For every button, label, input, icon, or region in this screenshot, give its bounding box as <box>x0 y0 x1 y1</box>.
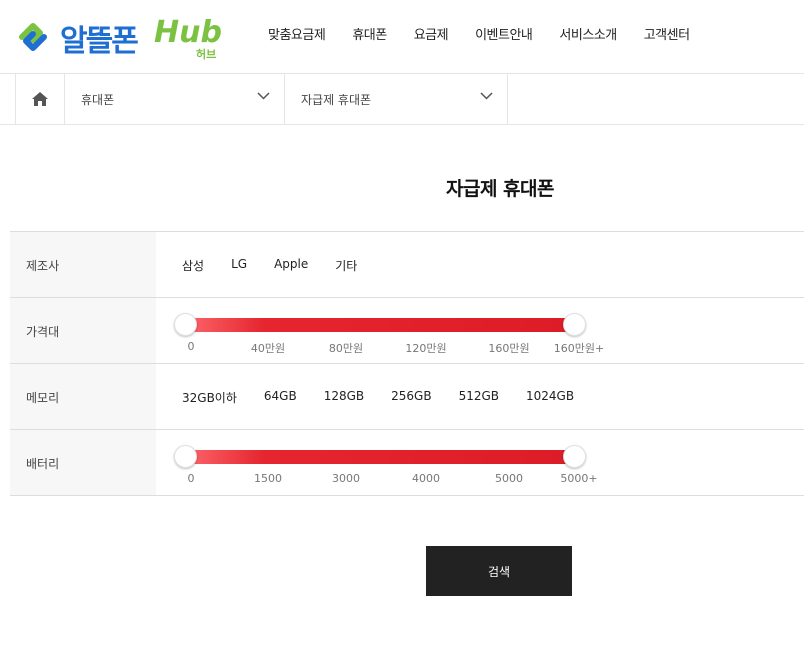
breadcrumb: 휴대폰 자급제 휴대폰 <box>0 74 804 125</box>
filter-label: 메모리 <box>10 364 156 429</box>
memory-option[interactable]: 128GB <box>324 389 364 406</box>
price-slider-track[interactable] <box>178 318 572 332</box>
manufacturer-options: 삼성 LG Apple 기타 <box>182 257 384 274</box>
filter-row-battery: 배터리 0 1500 3000 4000 5000 5000+ <box>10 430 804 496</box>
filter-row-manufacturer: 제조사 삼성 LG Apple 기타 <box>10 232 804 298</box>
price-range-slider[interactable]: 0 40만원 80만원 120만원 160만원 160만원+ <box>164 298 604 363</box>
logo-sub: 허브 <box>196 48 217 61</box>
memory-option[interactable]: 256GB <box>391 389 431 406</box>
logo-name: 알뜰폰 <box>60 24 139 59</box>
nav-item-phones[interactable]: 휴대폰 <box>352 24 387 43</box>
battery-min-handle[interactable] <box>174 445 197 468</box>
price-tick: 80만원 <box>328 342 364 355</box>
price-tick: 0 <box>187 340 195 353</box>
battery-tick: 3000 <box>332 472 360 485</box>
nav-item-support[interactable]: 고객센터 <box>644 24 690 43</box>
price-min-handle[interactable] <box>174 313 197 336</box>
breadcrumb-category-label: 휴대폰 <box>81 92 115 107</box>
filter-table: 제조사 삼성 LG Apple 기타 가격대 0 40만원 80만원 120만원… <box>10 231 804 496</box>
price-tick-labels: 0 40만원 80만원 120만원 160만원 160만원+ <box>164 340 605 355</box>
filter-label: 제조사 <box>10 232 156 297</box>
memory-option[interactable]: 1024GB <box>526 389 574 406</box>
price-tick: 160만원+ <box>553 342 605 355</box>
filter-label: 배터리 <box>10 430 156 495</box>
filter-row-memory: 메모리 32GB이하 64GB 128GB 256GB 512GB 1024GB <box>10 364 804 430</box>
battery-tick: 1500 <box>254 472 282 485</box>
filter-row-price: 가격대 0 40만원 80만원 120만원 160만원 160만원+ <box>10 298 804 364</box>
battery-tick: 4000 <box>412 472 440 485</box>
chevron-down-icon <box>480 92 493 100</box>
filter-label: 가격대 <box>10 298 156 363</box>
nav-item-plans[interactable]: 요금제 <box>414 24 449 43</box>
price-tick: 160만원 <box>488 342 530 355</box>
breadcrumb-subcategory-select[interactable]: 자급제 휴대폰 <box>285 74 508 124</box>
memory-option[interactable]: 512GB <box>459 389 499 406</box>
battery-max-handle[interactable] <box>563 445 586 468</box>
breadcrumb-category-select[interactable]: 휴대폰 <box>65 74 285 124</box>
manufacturer-option[interactable]: LG <box>231 257 247 274</box>
battery-tick: 5000 <box>495 472 523 485</box>
home-icon <box>32 92 48 106</box>
price-tick: 120만원 <box>405 342 447 355</box>
price-max-handle[interactable] <box>563 313 586 336</box>
memory-options: 32GB이하 64GB 128GB 256GB 512GB 1024GB <box>182 389 601 406</box>
page-title: 자급제 휴대폰 <box>446 178 555 200</box>
logo-hub: Hub <box>154 15 222 50</box>
nav-item-about[interactable]: 서비스소개 <box>559 24 617 43</box>
battery-tick: 0 <box>187 472 195 485</box>
battery-tick-labels: 0 1500 3000 4000 5000 5000+ <box>164 472 604 486</box>
memory-option[interactable]: 64GB <box>264 389 297 406</box>
site-logo[interactable]: 알뜰폰 Hub 허브 <box>10 12 222 62</box>
price-tick: 40만원 <box>250 342 286 355</box>
search-button[interactable]: 검색 <box>426 546 572 596</box>
main-nav: 맞춤요금제 휴대폰 요금제 이벤트안내 서비스소개 고객센터 <box>268 24 717 43</box>
memory-option[interactable]: 32GB이하 <box>182 389 237 406</box>
manufacturer-option[interactable]: 삼성 <box>182 257 204 274</box>
nav-item-custom-plan[interactable]: 맞춤요금제 <box>268 24 326 43</box>
logo-mark-icon <box>19 23 47 51</box>
battery-tick: 5000+ <box>560 472 598 485</box>
manufacturer-option[interactable]: 기타 <box>335 257 357 274</box>
home-button[interactable] <box>15 74 65 124</box>
battery-range-slider[interactable]: 0 1500 3000 4000 5000 5000+ <box>164 430 604 495</box>
site-header: 알뜰폰 Hub 허브 맞춤요금제 휴대폰 요금제 이벤트안내 서비스소개 고객센… <box>0 0 804 74</box>
battery-slider-track[interactable] <box>178 450 572 464</box>
breadcrumb-subcategory-label: 자급제 휴대폰 <box>301 92 372 107</box>
manufacturer-option[interactable]: Apple <box>274 257 308 274</box>
nav-item-events[interactable]: 이벤트안내 <box>475 24 533 43</box>
chevron-down-icon <box>257 92 270 100</box>
